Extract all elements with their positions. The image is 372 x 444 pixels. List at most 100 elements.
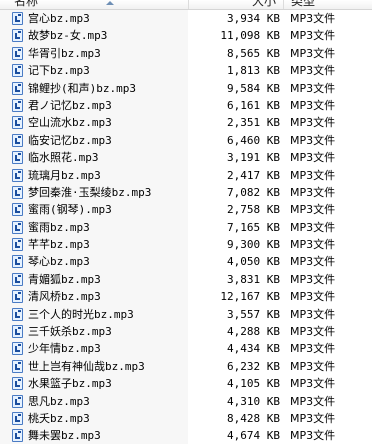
sort-ascending-icon <box>106 1 114 5</box>
mp3-file-icon <box>12 98 23 112</box>
mp3-file-icon <box>12 116 23 130</box>
file-name: 空山流水bz.mp3 <box>28 116 112 130</box>
file-row[interactable]: 故梦bz-女.mp3 11,098 KB MP3文件 <box>0 27 372 44</box>
file-size: 6,161 KB <box>227 98 280 112</box>
file-name: 临水照花.mp3 <box>28 151 99 165</box>
mp3-file-icon <box>12 133 23 147</box>
file-row[interactable]: 记下bz.mp3 1,813 KB MP3文件 <box>0 62 372 79</box>
file-type: MP3文件 <box>290 359 336 373</box>
file-size: 2,758 KB <box>227 203 280 217</box>
file-name: 华胥引bz.mp3 <box>28 46 101 60</box>
file-type: MP3文件 <box>290 255 336 269</box>
file-size: 4,288 KB <box>227 325 280 339</box>
file-type: MP3文件 <box>290 272 336 286</box>
file-size: 1,813 KB <box>227 64 280 78</box>
mp3-file-icon <box>12 81 23 95</box>
mp3-file-icon <box>12 203 23 217</box>
file-type: MP3文件 <box>290 185 336 199</box>
file-name: 故梦bz-女.mp3 <box>28 29 108 43</box>
file-row[interactable]: 芊芊bz.mp3 9,300 KB MP3文件 <box>0 236 372 253</box>
file-size: 8,565 KB <box>227 46 280 60</box>
file-row[interactable]: 君ノ记忆bz.mp3 6,161 KB MP3文件 <box>0 97 372 114</box>
file-name: 桃夭bz.mp3 <box>28 411 90 425</box>
file-row[interactable]: 蜜雨bz.mp3 7,165 KB MP3文件 <box>0 219 372 236</box>
file-type: MP3文件 <box>290 64 336 78</box>
file-row[interactable]: 舞未罢bz.mp3 4,674 KB MP3文件 <box>0 427 372 444</box>
file-row[interactable]: 琉璃月bz.mp3 2,417 KB MP3文件 <box>0 167 372 184</box>
file-name: 思凡bz.mp3 <box>28 394 90 408</box>
mp3-file-icon <box>12 411 23 425</box>
file-row[interactable]: 锦鲤抄(和声)bz.mp3 9,584 KB MP3文件 <box>0 80 372 97</box>
file-row[interactable]: 华胥引bz.mp3 8,565 KB MP3文件 <box>0 45 372 62</box>
file-row[interactable]: 临水照花.mp3 3,191 KB MP3文件 <box>0 149 372 166</box>
mp3-file-icon <box>12 220 23 234</box>
file-name: 水果篮子bz.mp3 <box>28 377 112 391</box>
file-size: 3,831 KB <box>227 272 280 286</box>
file-type: MP3文件 <box>290 98 336 112</box>
file-row[interactable]: 三千妖杀bz.mp3 4,288 KB MP3文件 <box>0 323 372 340</box>
file-type: MP3文件 <box>290 342 336 356</box>
mp3-file-icon <box>12 272 23 286</box>
file-size: 9,584 KB <box>227 81 280 95</box>
file-size: 8,428 KB <box>227 411 280 425</box>
file-row[interactable]: 桃夭bz.mp3 8,428 KB MP3文件 <box>0 410 372 427</box>
file-size: 4,105 KB <box>227 377 280 391</box>
file-size: 7,165 KB <box>227 220 280 234</box>
file-row[interactable]: 宫心bz.mp3 3,934 KB MP3文件 <box>0 10 372 27</box>
file-name: 琴心bz.mp3 <box>28 255 90 269</box>
mp3-file-icon <box>12 64 23 78</box>
file-row[interactable]: 空山流水bz.mp3 2,351 KB MP3文件 <box>0 114 372 131</box>
file-name: 琉璃月bz.mp3 <box>28 168 101 182</box>
file-type: MP3文件 <box>290 168 336 182</box>
file-row[interactable]: 梦回秦淮·玉梨绫bz.mp3 7,082 KB MP3文件 <box>0 184 372 201</box>
file-size: 4,674 KB <box>227 429 280 443</box>
file-row[interactable]: 三个人的时光bz.mp3 3,557 KB MP3文件 <box>0 306 372 323</box>
column-divider[interactable] <box>188 0 189 9</box>
file-type: MP3文件 <box>290 81 336 95</box>
file-row[interactable]: 临安记忆bz.mp3 6,460 KB MP3文件 <box>0 132 372 149</box>
file-row[interactable]: 少年情bz.mp3 4,434 KB MP3文件 <box>0 340 372 357</box>
file-row[interactable]: 清风桥bz.mp3 12,167 KB MP3文件 <box>0 288 372 305</box>
column-divider[interactable] <box>283 0 284 9</box>
column-header-name[interactable]: 名称 <box>14 0 38 9</box>
file-size: 7,082 KB <box>227 185 280 199</box>
mp3-file-icon <box>12 359 23 373</box>
column-header-type[interactable]: 类型 <box>291 0 315 9</box>
column-header-size[interactable]: 大小 <box>252 0 276 9</box>
mp3-file-icon <box>12 185 23 199</box>
file-row[interactable]: 琴心bz.mp3 4,050 KB MP3文件 <box>0 253 372 270</box>
mp3-file-icon <box>12 429 23 443</box>
file-row[interactable]: 世上岂有神仙哉bz.mp3 6,232 KB MP3文件 <box>0 358 372 375</box>
file-name: 锦鲤抄(和声)bz.mp3 <box>28 81 136 95</box>
file-name: 舞未罢bz.mp3 <box>28 429 101 443</box>
file-type: MP3文件 <box>290 290 336 304</box>
file-type: MP3文件 <box>290 29 336 43</box>
mp3-file-icon <box>12 151 23 165</box>
file-name: 清风桥bz.mp3 <box>28 290 101 304</box>
file-size: 9,300 KB <box>227 238 280 252</box>
file-size: 2,417 KB <box>227 168 280 182</box>
file-row[interactable]: 思凡bz.mp3 4,310 KB MP3文件 <box>0 393 372 410</box>
file-type: MP3文件 <box>290 203 336 217</box>
file-size: 12,167 KB <box>220 290 280 304</box>
file-size: 3,934 KB <box>227 12 280 25</box>
file-type: MP3文件 <box>290 411 336 425</box>
file-size: 3,191 KB <box>227 151 280 165</box>
file-size: 6,460 KB <box>227 133 280 147</box>
file-name: 三个人的时光bz.mp3 <box>28 307 134 321</box>
file-row[interactable]: 水果篮子bz.mp3 4,105 KB MP3文件 <box>0 375 372 392</box>
file-size: 2,351 KB <box>227 116 280 130</box>
file-size: 4,050 KB <box>227 255 280 269</box>
file-name: 世上岂有神仙哉bz.mp3 <box>28 359 145 373</box>
mp3-file-icon <box>12 325 23 339</box>
file-name: 芊芊bz.mp3 <box>28 238 90 252</box>
mp3-file-icon <box>12 342 23 356</box>
mp3-file-icon <box>12 29 23 43</box>
mp3-file-icon <box>12 377 23 391</box>
file-size: 6,232 KB <box>227 359 280 373</box>
file-row[interactable]: 蜜雨(钢琴).mp3 2,758 KB MP3文件 <box>0 201 372 218</box>
file-row[interactable]: 青媚狐bz.mp3 3,831 KB MP3文件 <box>0 271 372 288</box>
file-type: MP3文件 <box>290 325 336 339</box>
file-size: 3,557 KB <box>227 307 280 321</box>
file-type: MP3文件 <box>290 12 336 25</box>
